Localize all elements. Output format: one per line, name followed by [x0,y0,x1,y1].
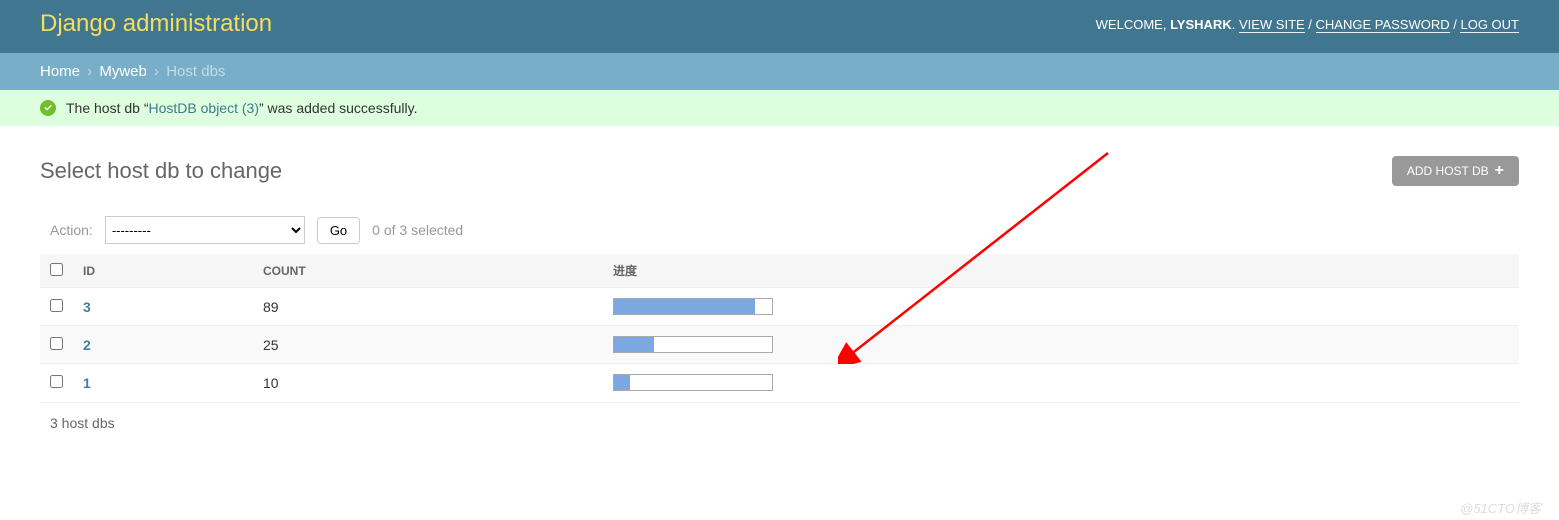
breadcrumb: Home › Myweb › Host dbs [0,53,1559,90]
user-tools: WELCOME, LYSHARK. VIEW SITE / CHANGE PAS… [1096,17,1519,32]
row-progress [613,298,773,315]
plus-icon: + [1495,165,1504,177]
table-row: 3 89 [40,288,1519,326]
row-progress [613,336,773,353]
breadcrumb-current: Host dbs [166,63,225,80]
row-id-link[interactable]: 3 [83,299,91,315]
row-count: 89 [253,288,603,326]
go-button[interactable]: Go [317,217,360,244]
username: LYSHARK [1170,17,1232,32]
success-message: The host db “HostDB object (3)” was adde… [0,90,1559,126]
breadcrumb-app[interactable]: Myweb [99,63,147,80]
action-label: Action: [50,222,93,238]
view-site-link[interactable]: VIEW SITE [1239,17,1305,33]
row-checkbox[interactable] [50,299,63,312]
added-object-link[interactable]: HostDB object (3) [149,100,259,116]
row-count: 25 [253,326,603,364]
admin-header: Django administration WELCOME, LYSHARK. … [0,0,1559,53]
action-counter: 0 of 3 selected [372,222,463,238]
select-all-checkbox[interactable] [50,263,63,276]
column-progress[interactable]: 进度 [603,254,1519,288]
paginator: 3 host dbs [40,403,1519,443]
content-header: Select host db to change ADD HOST DB + [40,156,1519,186]
table-row: 2 25 [40,326,1519,364]
watermark: @51CTO博客 [1460,498,1541,517]
action-select[interactable]: --------- [105,216,305,244]
row-id-link[interactable]: 1 [83,375,91,391]
actions-bar: Action: --------- Go 0 of 3 selected [40,206,1519,254]
welcome-text: WELCOME, [1096,17,1170,32]
row-checkbox[interactable] [50,375,63,388]
success-icon [40,100,56,116]
row-progress [613,374,773,391]
column-id[interactable]: ID [73,254,253,288]
select-all-header [40,254,73,288]
row-id-link[interactable]: 2 [83,337,91,353]
logout-link[interactable]: LOG OUT [1460,17,1519,33]
column-count[interactable]: COUNT [253,254,603,288]
row-checkbox[interactable] [50,337,63,350]
results-table: ID COUNT 进度 3 89 2 25 1 10 [40,254,1519,403]
breadcrumb-home[interactable]: Home [40,63,80,80]
table-row: 1 10 [40,364,1519,402]
site-name[interactable]: Django administration [40,10,272,38]
add-host-db-button[interactable]: ADD HOST DB + [1392,156,1519,186]
row-count: 10 [253,364,603,402]
add-button-label: ADD HOST DB [1407,164,1489,178]
page-title: Select host db to change [40,158,282,184]
change-password-link[interactable]: CHANGE PASSWORD [1316,17,1450,33]
